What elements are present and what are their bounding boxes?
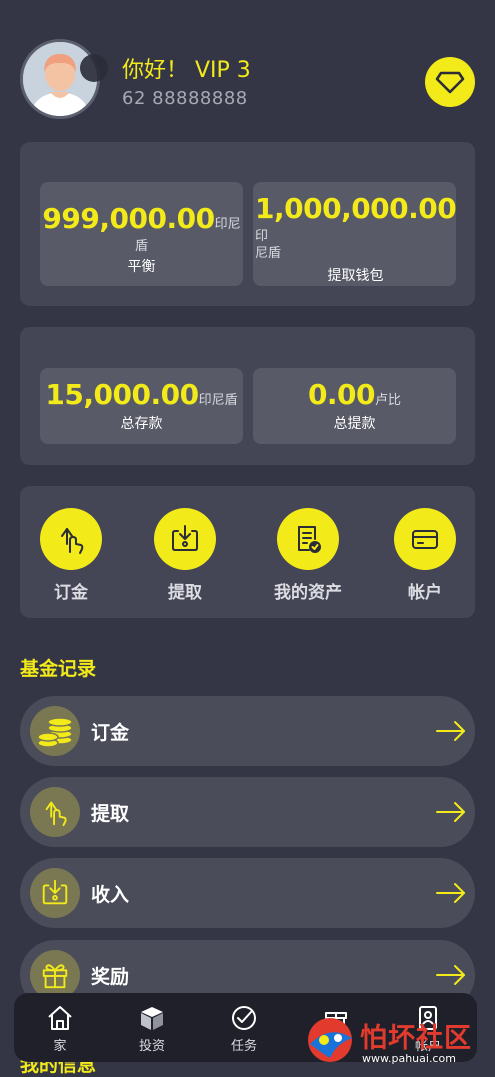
action-my-assets[interactable]: 我的资产	[263, 508, 353, 603]
balance-value: 999,000.00	[42, 202, 215, 235]
arrow-right-icon	[436, 802, 465, 822]
record-income-label: 收入	[91, 884, 130, 906]
record-reward-label: 奖励	[91, 966, 130, 988]
action-account[interactable]: 帐户	[385, 508, 465, 603]
document-check-icon	[298, 526, 321, 553]
balance-label: 平衡	[127, 259, 156, 275]
fund-records-title: 基金记录	[20, 658, 97, 680]
tab-home[interactable]: 家	[14, 993, 106, 1062]
coins-icon	[37, 717, 73, 748]
action-account-circle	[394, 508, 456, 570]
action-deposit-label: 订金	[54, 583, 88, 603]
total-withdrawal-value: 0.00	[307, 378, 376, 411]
total-deposit-label: 总存款	[120, 416, 163, 432]
watermark: 怕坏社区 www.pahuai.com	[300, 1010, 490, 1070]
arrow-right-icon	[436, 721, 465, 741]
total-withdrawal-label: 总提款	[333, 416, 376, 432]
total-withdrawal-unit: 卢比	[375, 393, 402, 408]
withdraw-wallet-unit-wrap: 尼盾	[255, 246, 282, 261]
download-box-icon	[172, 525, 198, 551]
action-my-assets-label: 我的资产	[274, 583, 342, 603]
tab-invest[interactable]: 投资	[106, 993, 198, 1062]
action-deposit-circle	[40, 508, 102, 570]
total-deposit-stat: 15,000.00印尼盾 总存款	[40, 368, 243, 444]
home-icon	[48, 1006, 72, 1030]
withdraw-wallet-value: 1,000,000.00	[255, 192, 457, 225]
tab-invest-label: 投资	[138, 1039, 165, 1054]
total-deposit-value: 15,000.00	[45, 378, 199, 411]
vip-button[interactable]	[425, 57, 475, 107]
gift-icon	[42, 964, 68, 989]
total-deposit-unit: 印尼盾	[198, 393, 238, 408]
action-deposit[interactable]: 订金	[31, 508, 111, 603]
arrow-right-icon	[436, 883, 465, 903]
download-box-icon	[42, 879, 68, 905]
phone-number: 62 88888888	[122, 88, 248, 109]
withdraw-wallet-stat: 1,000,000.00印 尼盾 提取钱包	[253, 182, 457, 286]
card-icon	[412, 530, 438, 549]
watermark-url: www.pahuai.com	[362, 1052, 456, 1065]
tab-task[interactable]: 任务	[198, 993, 290, 1062]
check-circle-icon	[232, 1006, 256, 1030]
record-income-icon-wrap	[30, 868, 80, 918]
record-deposit-label: 订金	[91, 722, 130, 744]
avatar-badge	[80, 54, 108, 82]
record-income[interactable]: 收入	[20, 858, 475, 928]
record-withdraw[interactable]: 提取	[20, 777, 475, 847]
hand-up-icon	[61, 528, 84, 554]
hand-up-icon	[45, 801, 67, 827]
action-withdraw-circle	[154, 508, 216, 570]
header: 你好！ VIP 3 62 88888888	[0, 0, 495, 130]
withdraw-wallet-label: 提取钱包	[327, 268, 384, 284]
totals-card: 15,000.00印尼盾 总存款 0.00卢比 总提款	[20, 327, 475, 465]
greeting-text: 你好！ VIP 3	[122, 58, 251, 83]
watermark-text: 怕坏社区	[360, 1023, 472, 1054]
tab-home-label: 家	[53, 1039, 67, 1054]
balance-stat: 999,000.00印尼盾 平衡	[40, 182, 243, 286]
action-withdraw[interactable]: 提取	[145, 508, 225, 603]
balance-card: 999,000.00印尼盾 平衡 1,000,000.00印 尼盾 提取钱包	[20, 142, 475, 306]
tab-task-label: 任务	[230, 1039, 257, 1054]
record-withdraw-label: 提取	[91, 803, 130, 825]
record-deposit[interactable]: 订金	[20, 696, 475, 766]
action-account-label: 帐户	[408, 583, 442, 603]
arrow-right-icon	[436, 965, 465, 985]
record-deposit-icon-wrap	[30, 706, 80, 756]
watermark-logo-icon	[308, 1018, 352, 1062]
cube-icon	[141, 1007, 163, 1030]
record-withdraw-icon-wrap	[30, 787, 80, 837]
total-withdrawal-stat: 0.00卢比 总提款	[253, 368, 456, 444]
quick-actions: 订金 提取 我的资产 帐户	[20, 486, 475, 618]
diamond-icon	[435, 71, 465, 94]
action-my-assets-circle	[277, 508, 339, 570]
action-withdraw-label: 提取	[168, 583, 202, 603]
